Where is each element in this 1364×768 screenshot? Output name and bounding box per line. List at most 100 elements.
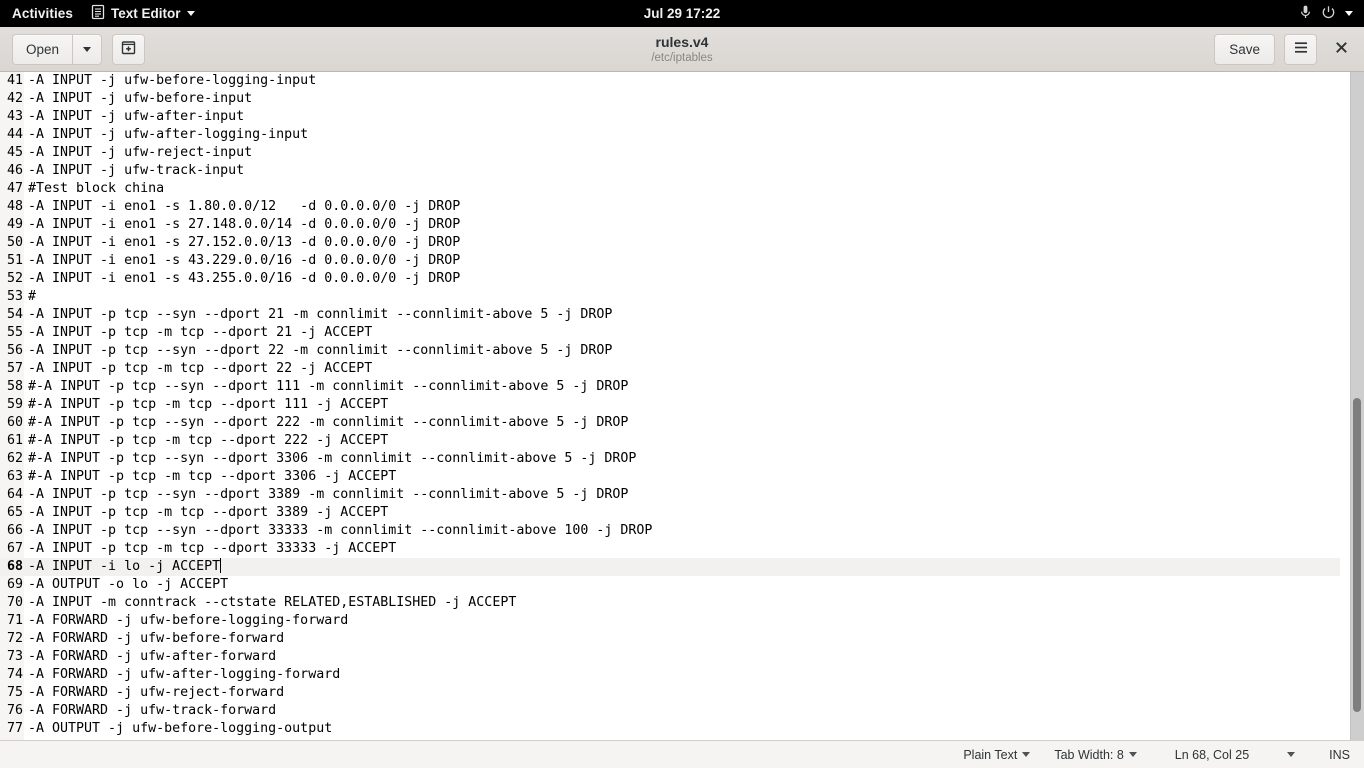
editor-line[interactable]: 51 -A INPUT -i eno1 -s 43.229.0.0/16 -d 0…: [0, 252, 1340, 270]
line-text[interactable]: -A FORWARD -j ufw-after-forward: [24, 648, 276, 666]
system-status-area[interactable]: [1299, 4, 1364, 23]
editor-line[interactable]: 74 -A FORWARD -j ufw-after-logging-forwar…: [0, 666, 1340, 684]
open-recent-dropdown-button[interactable]: [72, 33, 103, 65]
editor-line[interactable]: 72 -A FORWARD -j ufw-before-forward: [0, 630, 1340, 648]
new-document-button[interactable]: [112, 33, 146, 65]
editor-line[interactable]: 77 -A OUTPUT -j ufw-before-logging-output: [0, 720, 1340, 738]
line-text[interactable]: #-A INPUT -p tcp --syn --dport 111 -m co…: [24, 378, 628, 396]
line-text[interactable]: -A OUTPUT -o lo -j ACCEPT: [24, 576, 228, 594]
line-text[interactable]: -A INPUT -p tcp -m tcp --dport 3389 -j A…: [24, 504, 388, 522]
editor-line[interactable]: 50 -A INPUT -i eno1 -s 27.152.0.0/13 -d 0…: [0, 234, 1340, 252]
line-text[interactable]: #-A INPUT -p tcp -m tcp --dport 111 -j A…: [24, 396, 388, 414]
line-text[interactable]: #: [24, 288, 36, 306]
editor-line[interactable]: 41 -A INPUT -j ufw-before-logging-input: [0, 72, 1340, 90]
line-text[interactable]: -A INPUT -p tcp --syn --dport 21 -m conn…: [24, 306, 612, 324]
editor-line[interactable]: 56 -A INPUT -p tcp --syn --dport 22 -m co…: [0, 342, 1340, 360]
line-text[interactable]: -A FORWARD -j ufw-reject-forward: [24, 684, 284, 702]
line-text[interactable]: -A INPUT -i eno1 -s 27.152.0.0/13 -d 0.0…: [24, 234, 460, 252]
cursor-position-dropdown-button[interactable]: [1287, 752, 1296, 757]
line-text[interactable]: #-A INPUT -p tcp --syn --dport 222 -m co…: [24, 414, 628, 432]
chevron-down-icon[interactable]: [1345, 11, 1353, 16]
line-text[interactable]: -A FORWARD -j ufw-before-forward: [24, 630, 284, 648]
editor-line[interactable]: 65 -A INPUT -p tcp -m tcp --dport 3389 -j…: [0, 504, 1340, 522]
vertical-scrollbar-thumb[interactable]: [1353, 398, 1361, 712]
editor-line[interactable]: 45 -A INPUT -j ufw-reject-input: [0, 144, 1340, 162]
vertical-scrollbar[interactable]: [1350, 72, 1364, 740]
editor-line[interactable]: 76 -A FORWARD -j ufw-track-forward: [0, 702, 1340, 720]
editor-line[interactable]: 47 #Test block china: [0, 180, 1340, 198]
text-editor-view[interactable]: 41 -A INPUT -j ufw-before-logging-input 42…: [0, 72, 1364, 740]
line-number: 74: [6, 667, 23, 682]
line-text[interactable]: -A INPUT -j ufw-reject-input: [24, 144, 252, 162]
editor-line[interactable]: 73 -A FORWARD -j ufw-after-forward: [0, 648, 1340, 666]
editor-line[interactable]: 71 -A FORWARD -j ufw-before-logging-forwa…: [0, 612, 1340, 630]
line-text[interactable]: -A FORWARD -j ufw-before-logging-forward: [24, 612, 348, 630]
editor-line[interactable]: 57 -A INPUT -p tcp -m tcp --dport 22 -j A…: [0, 360, 1340, 378]
line-text[interactable]: -A FORWARD -j ufw-after-logging-forward: [24, 666, 340, 684]
app-menu-button[interactable]: Text Editor: [83, 0, 203, 27]
editor-line[interactable]: 46 -A INPUT -j ufw-track-input: [0, 162, 1340, 180]
line-number: 52: [6, 271, 23, 286]
editor-line[interactable]: 68 -A INPUT -i lo -j ACCEPT: [0, 558, 1340, 576]
source-lines[interactable]: 41 -A INPUT -j ufw-before-logging-input 42…: [0, 72, 1340, 738]
editor-line[interactable]: 66 -A INPUT -p tcp --syn --dport 33333 -m…: [0, 522, 1340, 540]
editor-line[interactable]: 58 #-A INPUT -p tcp --syn --dport 111 -m …: [0, 378, 1340, 396]
editor-line[interactable]: 55 -A INPUT -p tcp -m tcp --dport 21 -j A…: [0, 324, 1340, 342]
line-text[interactable]: #-A INPUT -p tcp --syn --dport 3306 -m c…: [24, 450, 636, 468]
editor-line[interactable]: 70 -A INPUT -m conntrack --ctstate RELATE…: [0, 594, 1340, 612]
line-text[interactable]: -A INPUT -p tcp -m tcp --dport 21 -j ACC…: [24, 324, 372, 342]
save-button[interactable]: Save: [1214, 33, 1275, 65]
editor-line[interactable]: 60 #-A INPUT -p tcp --syn --dport 222 -m …: [0, 414, 1340, 432]
language-mode-button[interactable]: Plain Text: [963, 748, 1031, 762]
editor-line[interactable]: 54 -A INPUT -p tcp --syn --dport 21 -m co…: [0, 306, 1340, 324]
tab-width-button[interactable]: Tab Width: 8: [1054, 748, 1137, 762]
line-text[interactable]: #-A INPUT -p tcp -m tcp --dport 222 -j A…: [24, 432, 388, 450]
editor-line[interactable]: 69 -A OUTPUT -o lo -j ACCEPT: [0, 576, 1340, 594]
editor-line[interactable]: 44 -A INPUT -j ufw-after-logging-input: [0, 126, 1340, 144]
line-text[interactable]: -A INPUT -m conntrack --ctstate RELATED,…: [24, 594, 516, 612]
line-number: 47: [6, 181, 23, 196]
editor-line[interactable]: 53 #: [0, 288, 1340, 306]
line-text[interactable]: -A INPUT -j ufw-track-input: [24, 162, 244, 180]
line-text[interactable]: -A INPUT -i lo -j ACCEPT: [24, 558, 221, 576]
power-icon[interactable]: [1321, 5, 1336, 23]
line-text[interactable]: -A INPUT -i eno1 -s 43.229.0.0/16 -d 0.0…: [24, 252, 460, 270]
editor-line[interactable]: 59 #-A INPUT -p tcp -m tcp --dport 111 -j…: [0, 396, 1340, 414]
editor-line[interactable]: 67 -A INPUT -p tcp -m tcp --dport 33333 -…: [0, 540, 1340, 558]
close-window-button[interactable]: [1326, 34, 1356, 64]
line-text[interactable]: -A INPUT -p tcp -m tcp --dport 33333 -j …: [24, 540, 396, 558]
line-text[interactable]: #-A INPUT -p tcp -m tcp --dport 3306 -j …: [24, 468, 396, 486]
line-text[interactable]: -A INPUT -j ufw-after-input: [24, 108, 244, 126]
editor-line[interactable]: 75 -A FORWARD -j ufw-reject-forward: [0, 684, 1340, 702]
line-text[interactable]: -A INPUT -p tcp --syn --dport 3389 -m co…: [24, 486, 628, 504]
editor-line[interactable]: 64 -A INPUT -p tcp --syn --dport 3389 -m …: [0, 486, 1340, 504]
editor-line[interactable]: 48 -A INPUT -i eno1 -s 1.80.0.0/12 -d 0.0…: [0, 198, 1340, 216]
line-text[interactable]: -A INPUT -i eno1 -s 43.255.0.0/16 -d 0.0…: [24, 270, 460, 288]
editor-line[interactable]: 62 #-A INPUT -p tcp --syn --dport 3306 -m…: [0, 450, 1340, 468]
editor-line[interactable]: 63 #-A INPUT -p tcp -m tcp --dport 3306 -…: [0, 468, 1340, 486]
panel-clock[interactable]: Jul 29 17:22: [0, 6, 1364, 21]
line-text[interactable]: #Test block china: [24, 180, 164, 198]
editor-line[interactable]: 42 -A INPUT -j ufw-before-input: [0, 90, 1340, 108]
main-menu-button[interactable]: [1284, 33, 1317, 65]
line-text[interactable]: -A INPUT -p tcp --syn --dport 22 -m conn…: [24, 342, 612, 360]
line-text[interactable]: -A INPUT -j ufw-after-logging-input: [24, 126, 308, 144]
activities-button[interactable]: Activities: [0, 0, 83, 27]
editor-line[interactable]: 52 -A INPUT -i eno1 -s 43.255.0.0/16 -d 0…: [0, 270, 1340, 288]
line-text[interactable]: -A FORWARD -j ufw-track-forward: [24, 702, 276, 720]
insert-mode-label: INS: [1329, 747, 1350, 762]
line-text[interactable]: -A INPUT -i eno1 -s 1.80.0.0/12 -d 0.0.0…: [24, 198, 460, 216]
line-number: 56: [6, 343, 23, 358]
editor-line[interactable]: 43 -A INPUT -j ufw-after-input: [0, 108, 1340, 126]
open-button[interactable]: Open: [12, 33, 73, 65]
app-menu-label: Text Editor: [111, 6, 181, 21]
microphone-icon[interactable]: [1299, 4, 1312, 23]
line-text[interactable]: -A INPUT -p tcp -m tcp --dport 22 -j ACC…: [24, 360, 372, 378]
line-text[interactable]: -A INPUT -j ufw-before-input: [24, 90, 252, 108]
editor-line[interactable]: 49 -A INPUT -i eno1 -s 27.148.0.0/14 -d 0…: [0, 216, 1340, 234]
line-text[interactable]: -A INPUT -j ufw-before-logging-input: [24, 72, 316, 90]
editor-line[interactable]: 61 #-A INPUT -p tcp -m tcp --dport 222 -j…: [0, 432, 1340, 450]
line-text[interactable]: -A OUTPUT -j ufw-before-logging-output: [24, 720, 332, 738]
line-text[interactable]: -A INPUT -p tcp --syn --dport 33333 -m c…: [24, 522, 652, 540]
line-text[interactable]: -A INPUT -i eno1 -s 27.148.0.0/14 -d 0.0…: [24, 216, 460, 234]
